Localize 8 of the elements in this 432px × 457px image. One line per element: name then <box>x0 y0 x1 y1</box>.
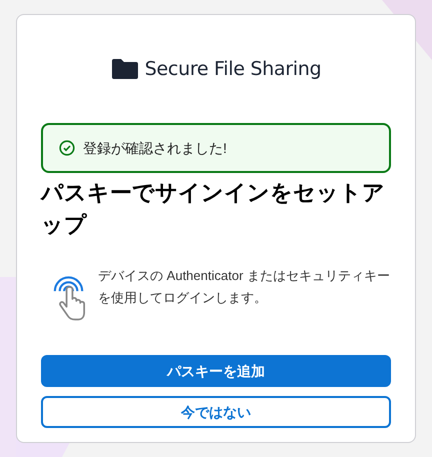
folder-icon <box>110 59 139 79</box>
check-circle-icon <box>59 140 75 156</box>
logo-text: Secure File Sharing <box>144 56 322 82</box>
skip-button[interactable]: 今ではない <box>41 396 391 428</box>
alert-message: 登録が確認されました! <box>83 138 227 158</box>
description-text: デバイスの Authenticator またはセキュリティキーを使用してログインします。 <box>98 267 391 307</box>
add-passkey-button[interactable]: パスキーを追加 <box>41 355 391 387</box>
page-heading: パスキーでサインインをセットアップ <box>41 179 386 239</box>
